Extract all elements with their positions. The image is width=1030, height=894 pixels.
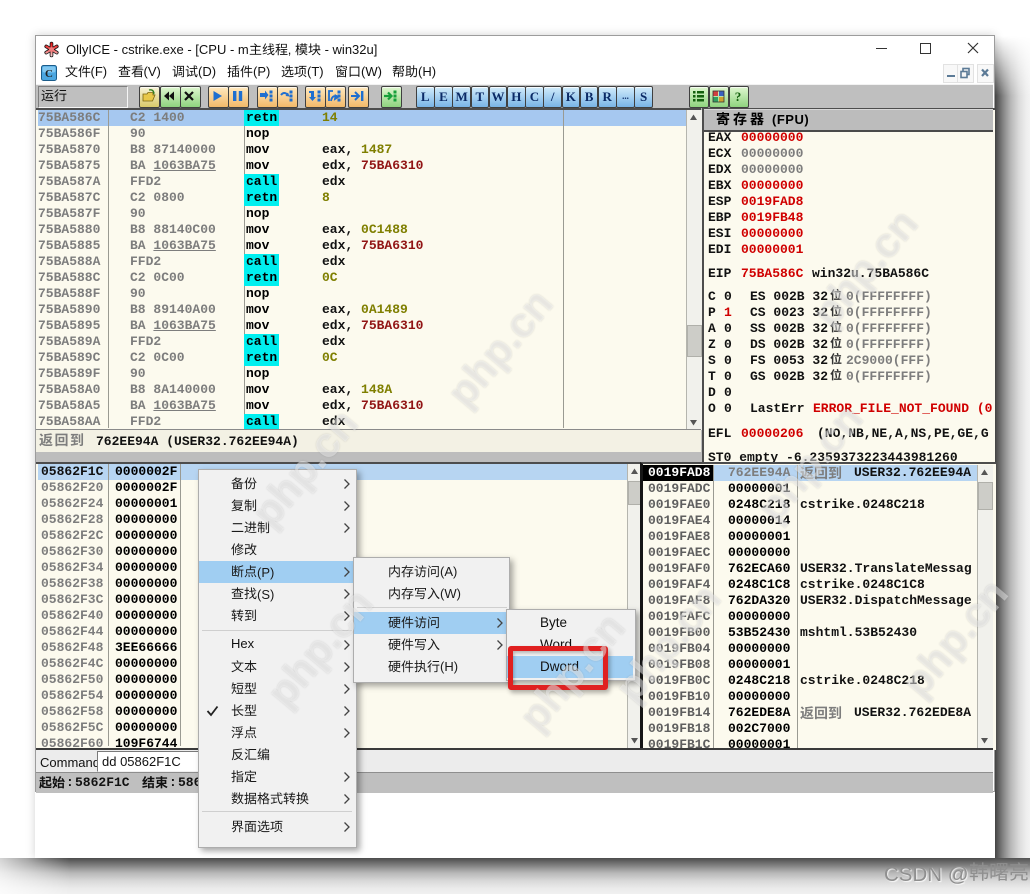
svg-text:?: ?: [734, 89, 741, 104]
svg-text:C: C: [45, 68, 53, 80]
